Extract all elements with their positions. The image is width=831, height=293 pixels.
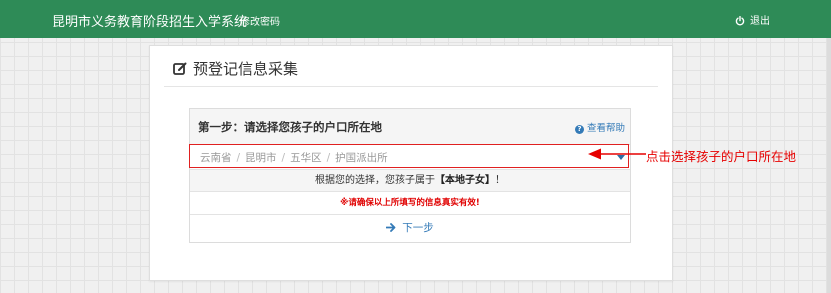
region-selector-row: 云南省 / 昆明市 / 五华区 / 护国派出所: [189, 144, 630, 168]
top-navbar: 昆明市义务教育阶段招生入学系统 修改密码 退出: [0, 0, 831, 38]
logout-button[interactable]: 退出: [735, 12, 770, 27]
preregistration-card: 预登记信息采集 第一步：请选择您孩子的户口所在地 ? 查看帮助 云南省 / 昆明市 / 五…: [149, 45, 673, 281]
help-link[interactable]: ? 查看帮助: [574, 120, 625, 134]
breadcrumb-separator: /: [236, 152, 241, 164]
region-police-station: 护国派出所: [335, 152, 388, 164]
breadcrumb-separator: /: [281, 152, 286, 164]
next-step-button[interactable]: 下一步: [190, 215, 630, 242]
power-icon: [735, 15, 745, 26]
region-province: 云南省: [200, 152, 232, 164]
page-title: 预登记信息采集: [193, 60, 299, 78]
card-header: 预登记信息采集: [173, 58, 298, 79]
question-icon: ?: [574, 125, 584, 134]
app-title[interactable]: 昆明市义务教育阶段招生入学系统: [52, 11, 247, 30]
region-selector[interactable]: 云南省 / 昆明市 / 五华区 / 护国派出所: [189, 144, 629, 168]
breadcrumb-separator: /: [326, 152, 331, 164]
edit-icon: [173, 62, 187, 75]
arrow-right-icon: [385, 223, 396, 232]
change-password-link[interactable]: 修改密码: [240, 13, 280, 28]
scrollbar[interactable]: [827, 38, 831, 293]
logout-label: 退出: [750, 16, 770, 27]
next-step-label: 下一步: [402, 222, 434, 234]
result-row: 根据您的选择，您孩子属于【本地子女】！: [190, 169, 630, 192]
divider: [164, 86, 658, 87]
region-city: 昆明市: [245, 152, 277, 164]
result-prefix: 根据您的选择，您孩子属于: [315, 175, 435, 186]
result-category: 【本地子女】: [435, 175, 495, 186]
annotation-label: 点击选择孩子的户口所在地: [646, 149, 797, 164]
region-district: 五华区: [290, 152, 322, 164]
result-suffix: ！: [495, 175, 505, 186]
region-breadcrumb: 云南省 / 昆明市 / 五华区 / 护国派出所: [200, 150, 388, 165]
annotation-arrow-icon: [588, 148, 646, 160]
step-title: 第一步：请选择您孩子的户口所在地: [198, 120, 382, 134]
step-panel-header: 第一步：请选择您孩子的户口所在地 ? 查看帮助: [190, 109, 630, 145]
step-panel: 第一步：请选择您孩子的户口所在地 ? 查看帮助 云南省 / 昆明市 / 五华区 / 护国派出所…: [189, 108, 631, 243]
warning-text: ※请确保以上所填写的信息真实有效!: [190, 192, 630, 215]
help-label: 查看帮助: [586, 123, 625, 134]
